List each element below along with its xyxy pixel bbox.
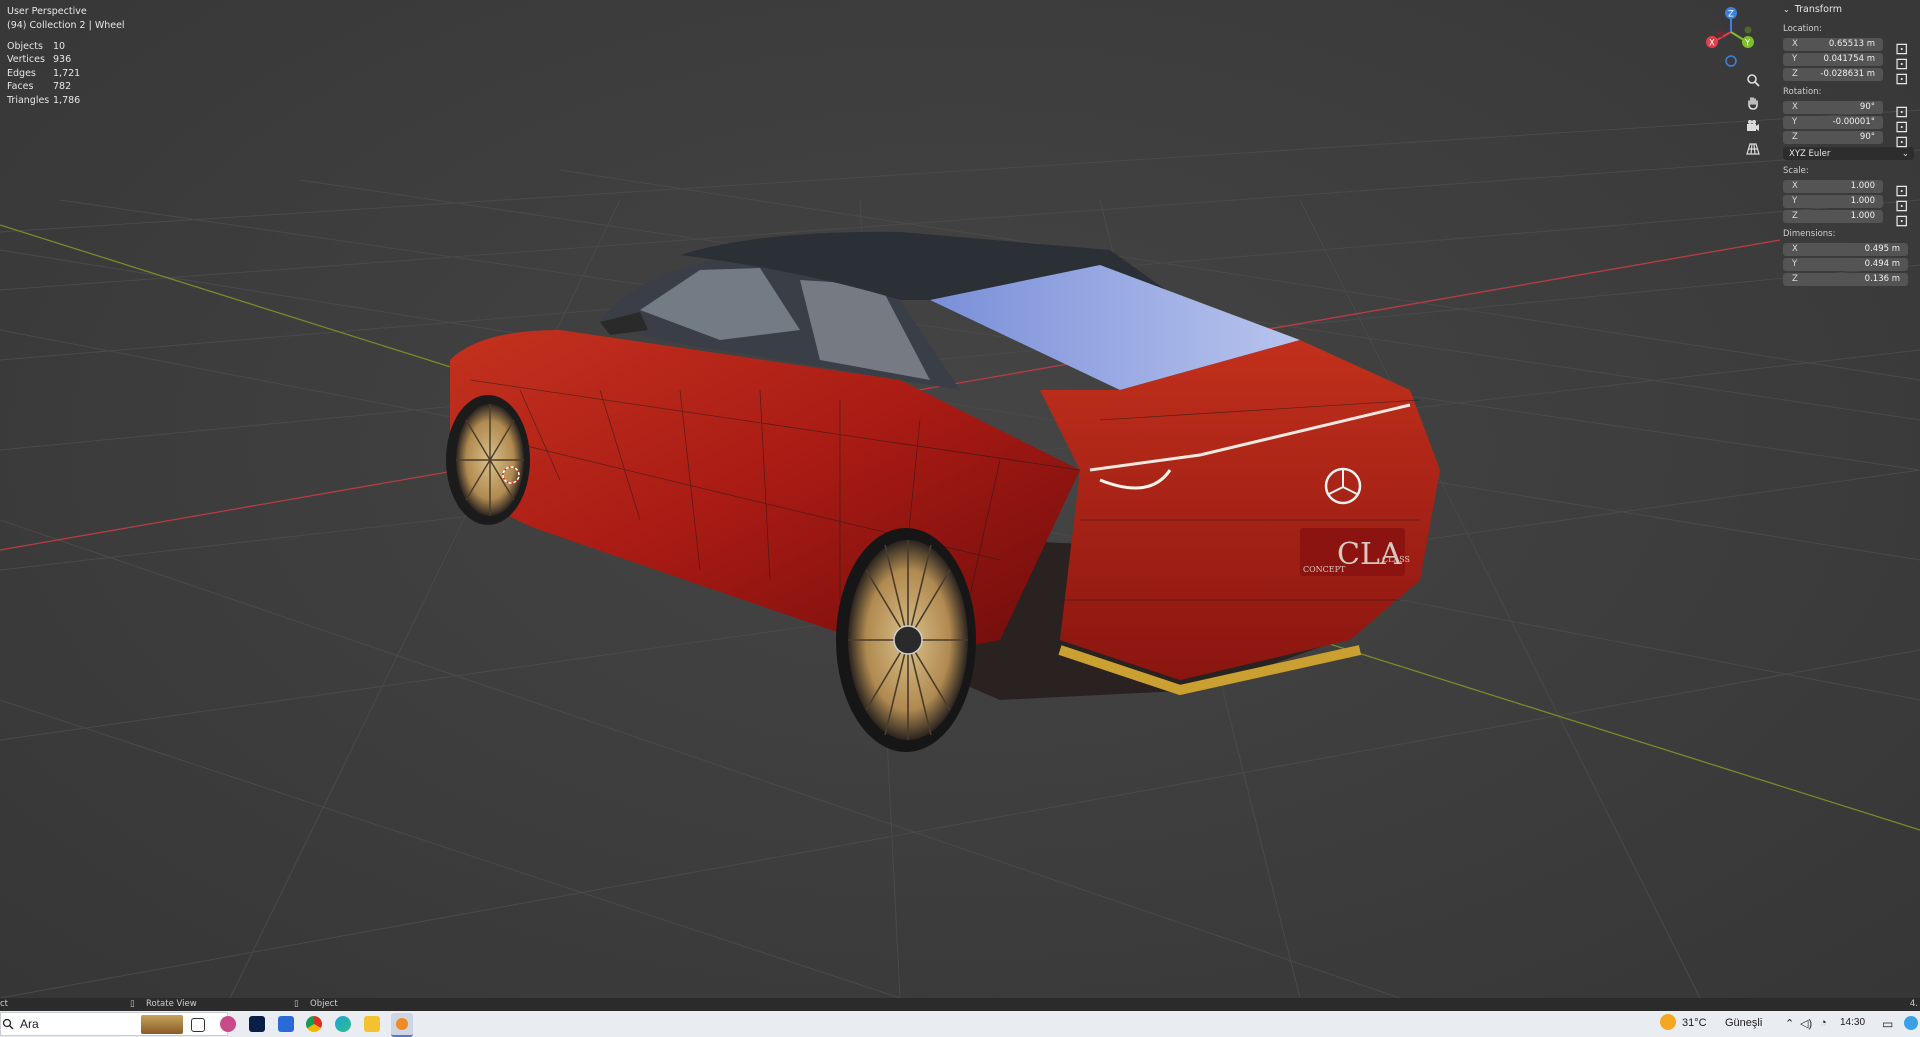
blender-icon (396, 1018, 408, 1030)
dimensions-y-field[interactable]: Y 0.494 m (1783, 257, 1920, 271)
status-object: Object (310, 999, 338, 1009)
search-placeholder: Ara (20, 1017, 39, 1031)
stat-row: Triangles 1,786 (7, 94, 81, 106)
task-view-icon[interactable] (191, 1018, 205, 1032)
lock-icon[interactable]: ⊡ (1895, 196, 1908, 215)
camera-view-button[interactable] (1742, 116, 1764, 136)
lock-icon[interactable]: ⊡ (1895, 211, 1908, 230)
scale-x-field[interactable]: X 1.000 ⊡ (1783, 179, 1920, 200)
system-tray: 31°C Güneşli ⌃ ◁) ◔ 14:30 ▭ (1660, 1011, 1920, 1037)
stat-row: Faces 782 (7, 81, 72, 93)
status-rotate-view: Rotate View (146, 999, 197, 1009)
lock-icon[interactable]: ⊡ (1895, 39, 1908, 58)
weather-status: Güneşli (1725, 1017, 1763, 1029)
lock-icon[interactable]: ⊡ (1895, 102, 1908, 121)
photoshop-icon[interactable] (249, 1016, 265, 1032)
temperature: 31°C (1682, 1017, 1707, 1029)
dimensions-x-field[interactable]: X 0.495 m (1783, 242, 1920, 256)
search-icon (2, 1018, 14, 1030)
location-label: Location: (1783, 24, 1822, 34)
magnifier-icon (1747, 74, 1760, 87)
rotation-label: Rotation: (1783, 87, 1822, 97)
notification-icon[interactable]: ▭ (1882, 1017, 1893, 1031)
rotation-z-field[interactable]: Z 90° ⊡ (1783, 130, 1920, 151)
3d-viewport[interactable]: CLA CONCEPT CLASS User Perspective (94) … (0, 0, 1920, 998)
rotation-y-field[interactable]: Y -0.00001° ⊡ (1783, 115, 1920, 136)
pan-button[interactable] (1742, 93, 1764, 113)
chevron-down-icon: ⌄ (1783, 4, 1790, 14)
dimensions-label: Dimensions: (1783, 229, 1836, 239)
mouse-right-icon: ▯ (294, 999, 299, 1009)
rotation-x-field[interactable]: X 90° ⊡ (1783, 100, 1920, 121)
stat-row: Vertices 936 (7, 54, 72, 66)
scene-statistics: Objects 10 Vertices 936 Edges 1,721 Faces 78… (7, 41, 80, 108)
view-name: User Perspective (7, 6, 87, 17)
lock-icon[interactable]: ⊡ (1895, 181, 1908, 200)
lock-icon[interactable]: ⊡ (1895, 69, 1908, 88)
volume-icon[interactable]: ◁) (1800, 1017, 1812, 1030)
collection-info: (94) Collection 2 | Wheel (7, 20, 125, 31)
search-highlight-image (141, 1015, 183, 1034)
svg-text:X: X (1709, 39, 1715, 49)
file-explorer-icon[interactable] (364, 1016, 380, 1032)
blender-taskbar-button[interactable] (391, 1013, 413, 1037)
mouse-middle-icon: ▯ (130, 999, 135, 1009)
app-settings-icon[interactable] (278, 1016, 294, 1032)
chevron-up-icon[interactable]: ⌃ (1785, 1017, 1794, 1030)
svg-text:Z: Z (1728, 10, 1734, 20)
stat-row: Objects 10 (7, 41, 66, 52)
lock-icon[interactable]: ⊡ (1895, 117, 1908, 136)
location-x-field[interactable]: X 0.65513 m ⊡ (1783, 37, 1920, 58)
svg-text:Y: Y (1744, 39, 1751, 49)
app-icon[interactable] (220, 1016, 236, 1032)
lock-icon[interactable]: ⊡ (1895, 54, 1908, 73)
edge-icon[interactable] (335, 1016, 351, 1032)
hand-icon (1748, 97, 1758, 110)
transform-panel: ⌄ Transform Location: X 0.65513 m ⊡ Y 0.041… (1780, 0, 1920, 300)
status-left-text: ct (0, 999, 9, 1009)
location-z-field[interactable]: Z -0.028631 m ⊡ (1783, 67, 1920, 88)
zoom-button[interactable] (1742, 70, 1764, 90)
taskbar: Ara 31°C Güneşli ⌃ ◁) ◔ 14:30 ▭ (0, 1011, 1920, 1037)
lock-icon[interactable]: ⊡ (1895, 132, 1908, 151)
clock[interactable]: 14:30 (1840, 1017, 1865, 1028)
perspective-toggle-button[interactable] (1742, 139, 1764, 159)
dimensions-z-field[interactable]: Z 0.136 m (1783, 272, 1920, 286)
scale-y-field[interactable]: Y 1.000 ⊡ (1783, 194, 1920, 215)
svg-text:CLASS: CLASS (1382, 555, 1410, 564)
location-y-field[interactable]: Y 0.041754 m ⊡ (1783, 52, 1920, 73)
scale-z-field[interactable]: Z 1.000 ⊡ (1783, 209, 1920, 230)
svg-text:CONCEPT: CONCEPT (1303, 565, 1346, 574)
chrome-icon[interactable] (306, 1016, 322, 1032)
status-bar: ct ▯ Rotate View ▯ Object 4. (0, 998, 1920, 1011)
viewport-scene: CLA CONCEPT CLASS (0, 109, 1920, 998)
navigation-gizmo[interactable]: Z X Y (1700, 4, 1762, 70)
car-model[interactable]: CLA CONCEPT CLASS (446, 231, 1440, 752)
transform-title: Transform (1794, 3, 1842, 15)
status-version: 4. (1909, 999, 1918, 1009)
weather-sun-icon[interactable] (1660, 1014, 1676, 1030)
copilot-icon[interactable] (1904, 1016, 1918, 1030)
stat-row: Edges 1,721 (7, 67, 81, 79)
scale-label: Scale: (1783, 166, 1809, 176)
network-icon[interactable]: ◔ (1820, 1017, 1827, 1029)
camera-icon (1747, 120, 1759, 131)
transform-header[interactable]: ⌄ Transform (1780, 0, 1920, 18)
grid-icon (1746, 143, 1760, 155)
